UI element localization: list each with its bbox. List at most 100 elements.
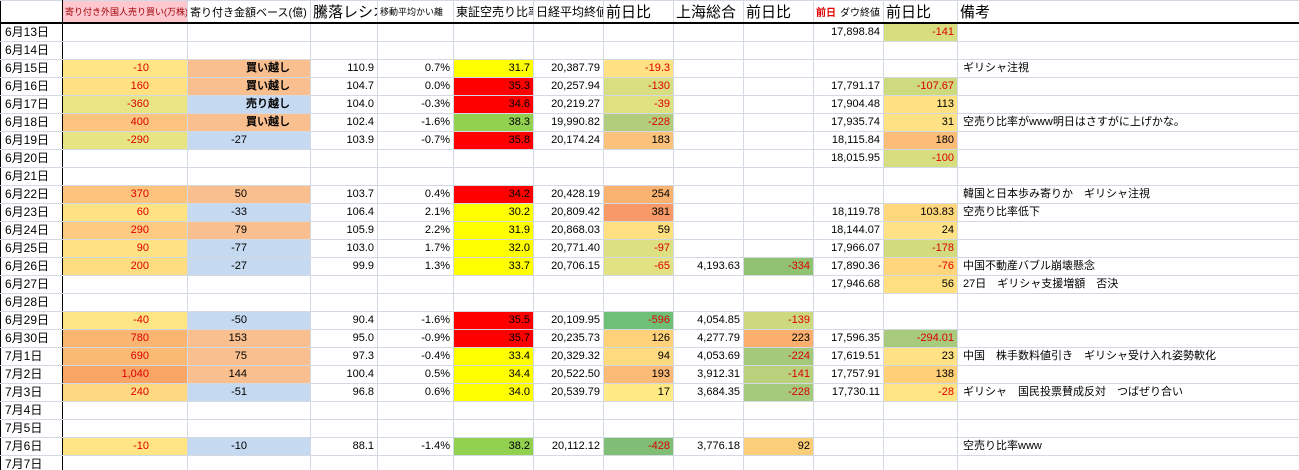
cell-nikkei[interactable]: 20,235.73 (534, 330, 604, 348)
cell-foreign[interactable]: 1,040 (63, 366, 188, 384)
cell-ratio[interactable] (311, 276, 378, 294)
cell-amount[interactable]: 買い越し (188, 60, 311, 78)
cell-dow_chg[interactable] (884, 438, 958, 456)
cell-dow_chg[interactable]: -100 (884, 150, 958, 168)
cell-ma[interactable] (378, 168, 454, 186)
cell-foreign[interactable]: 780 (63, 330, 188, 348)
cell-ratio[interactable]: 105.9 (311, 222, 378, 240)
cell-ratio[interactable]: 104.7 (311, 78, 378, 96)
cell-ratio[interactable] (311, 294, 378, 312)
cell-remark[interactable] (958, 366, 1299, 384)
cell-short[interactable]: 35.5 (454, 312, 534, 330)
cell-shanghai[interactable] (674, 42, 744, 60)
cell-ma[interactable] (378, 150, 454, 168)
cell-date[interactable]: 6月15日 (1, 60, 63, 78)
cell-nikkei[interactable]: 20,112.12 (534, 438, 604, 456)
cell-short[interactable]: 32.0 (454, 240, 534, 258)
cell-dow_chg[interactable] (884, 60, 958, 78)
cell-ma[interactable]: 0.4% (378, 186, 454, 204)
cell-date[interactable]: 7月5日 (1, 420, 63, 438)
cell-nikkei_chg[interactable]: -39 (604, 96, 674, 114)
cell-remark[interactable]: 空売り比率がwww明日はさすがに上げかな。 (958, 114, 1299, 132)
cell-dow_chg[interactable] (884, 402, 958, 420)
cell-foreign[interactable]: 370 (63, 186, 188, 204)
cell-shanghai_chg[interactable] (744, 420, 814, 438)
cell-dow[interactable]: 18,119.78 (814, 204, 884, 222)
cell-dow[interactable]: 17,898.84 (814, 23, 884, 42)
cell-amount[interactable] (188, 23, 311, 42)
cell-ma[interactable]: -0.7% (378, 132, 454, 150)
cell-remark[interactable]: ギリシャ 国民投票賛成反対 つばぜり合い (958, 384, 1299, 402)
cell-ma[interactable] (378, 456, 454, 470)
cell-foreign[interactable]: -40 (63, 312, 188, 330)
cell-foreign[interactable]: 690 (63, 348, 188, 366)
cell-shanghai_chg[interactable] (744, 456, 814, 470)
cell-ma[interactable]: 0.0% (378, 78, 454, 96)
cell-date[interactable]: 6月18日 (1, 114, 63, 132)
cell-dow[interactable] (814, 186, 884, 204)
cell-nikkei[interactable]: 20,868.03 (534, 222, 604, 240)
cell-date[interactable]: 6月20日 (1, 150, 63, 168)
cell-remark[interactable] (958, 312, 1299, 330)
cell-amount[interactable]: -51 (188, 384, 311, 402)
cell-nikkei_chg[interactable]: 381 (604, 204, 674, 222)
cell-nikkei[interactable]: 20,771.40 (534, 240, 604, 258)
cell-dow[interactable] (814, 60, 884, 78)
cell-dow_chg[interactable] (884, 312, 958, 330)
cell-date[interactable]: 6月29日 (1, 312, 63, 330)
cell-remark[interactable]: 27日 ギリシャ支援増額 否決 (958, 276, 1299, 294)
cell-dow_chg[interactable]: 24 (884, 222, 958, 240)
cell-dow_chg[interactable] (884, 186, 958, 204)
cell-short[interactable]: 34.4 (454, 366, 534, 384)
cell-dow_chg[interactable] (884, 294, 958, 312)
cell-nikkei_chg[interactable]: -428 (604, 438, 674, 456)
cell-ratio[interactable]: 95.0 (311, 330, 378, 348)
cell-nikkei_chg[interactable]: 59 (604, 222, 674, 240)
cell-short[interactable]: 33.7 (454, 258, 534, 276)
cell-foreign[interactable]: -10 (63, 438, 188, 456)
cell-date[interactable]: 6月30日 (1, 330, 63, 348)
cell-dow[interactable] (814, 168, 884, 186)
cell-ma[interactable]: 1.3% (378, 258, 454, 276)
header-advance-decline-ratio[interactable]: 騰落レシオ (311, 1, 378, 24)
cell-date[interactable]: 6月25日 (1, 240, 63, 258)
cell-dow[interactable]: 18,115.84 (814, 132, 884, 150)
cell-dow_chg[interactable] (884, 168, 958, 186)
cell-shanghai_chg[interactable] (744, 294, 814, 312)
cell-amount[interactable]: -77 (188, 240, 311, 258)
cell-nikkei[interactable] (534, 23, 604, 42)
cell-date[interactable]: 6月19日 (1, 132, 63, 150)
cell-dow[interactable]: 17,757.91 (814, 366, 884, 384)
cell-shanghai_chg[interactable] (744, 402, 814, 420)
cell-remark[interactable] (958, 240, 1299, 258)
cell-amount[interactable] (188, 42, 311, 60)
cell-remark[interactable] (958, 456, 1299, 470)
cell-nikkei[interactable]: 20,539.79 (534, 384, 604, 402)
cell-remark[interactable] (958, 132, 1299, 150)
cell-remark[interactable] (958, 42, 1299, 60)
cell-ratio[interactable] (311, 456, 378, 470)
cell-date[interactable]: 6月23日 (1, 204, 63, 222)
cell-date[interactable]: 6月27日 (1, 276, 63, 294)
header-amount-base[interactable]: 寄り付き金額ベース(億) (188, 1, 311, 24)
cell-shanghai_chg[interactable] (744, 276, 814, 294)
cell-remark[interactable] (958, 96, 1299, 114)
cell-nikkei_chg[interactable]: -130 (604, 78, 674, 96)
cell-ma[interactable] (378, 42, 454, 60)
header-dow-change[interactable]: 前日比 (884, 1, 958, 24)
cell-ratio[interactable]: 102.4 (311, 114, 378, 132)
cell-dow[interactable]: 18,015.95 (814, 150, 884, 168)
cell-shanghai[interactable] (674, 240, 744, 258)
cell-ma[interactable]: 0.6% (378, 384, 454, 402)
header-corner[interactable] (1, 1, 63, 24)
cell-nikkei[interactable]: 20,809.42 (534, 204, 604, 222)
cell-dow[interactable] (814, 402, 884, 420)
cell-amount[interactable]: -27 (188, 258, 311, 276)
cell-shanghai[interactable] (674, 168, 744, 186)
cell-nikkei[interactable]: 20,329.32 (534, 348, 604, 366)
cell-nikkei[interactable]: 20,174.24 (534, 132, 604, 150)
header-shanghai-composite[interactable]: 上海総合 (674, 1, 744, 24)
cell-short[interactable] (454, 402, 534, 420)
cell-foreign[interactable] (63, 402, 188, 420)
cell-dow_chg[interactable]: -76 (884, 258, 958, 276)
